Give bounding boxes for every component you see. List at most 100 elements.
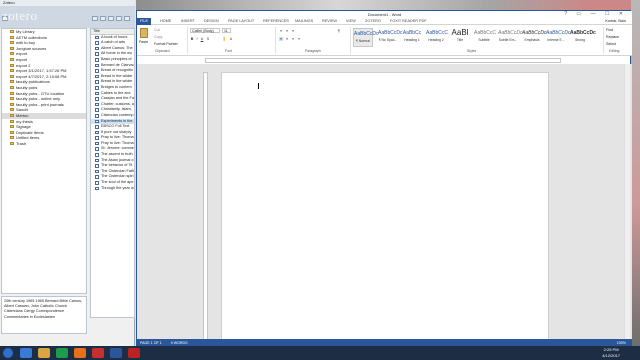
locate-button[interactable] — [124, 16, 130, 21]
tag-selector[interactable]: 20th century 1965 1965 Bernard Bible Cam… — [1, 296, 87, 334]
paragraph-group-label: Paragraph — [305, 49, 321, 53]
font-name-select[interactable]: Calibri (Body) — [190, 28, 220, 33]
align-center-icon[interactable]: ≡ — [285, 37, 289, 41]
tab-page-layout[interactable]: PAGE LAYOUT — [228, 18, 254, 25]
word-count[interactable]: 0 WORDS — [171, 341, 188, 345]
collection-label: AETM collections — [16, 34, 47, 40]
font-group-label: Font — [225, 49, 232, 53]
ie-icon[interactable] — [20, 348, 32, 358]
horizontal-ruler[interactable] — [205, 58, 561, 63]
collection-label: with to buy — [16, 40, 36, 46]
document-icon — [95, 108, 99, 112]
new-note-button[interactable] — [108, 16, 114, 21]
item-title: EBSCO Full Text — [101, 124, 130, 129]
taskbar: 2:25 PM 4/12/2017 — [0, 346, 640, 360]
item-title: A book of hours — [101, 34, 128, 39]
tab-zotero[interactable]: ZOTERO — [365, 18, 381, 25]
style-subtitle[interactable]: AaBbCcC Subtitle — [474, 28, 496, 47]
document-icon — [95, 175, 99, 180]
item-title: Christianity, Islam, — [101, 107, 132, 112]
item-title: Bernard de Clairvau — [101, 62, 134, 67]
style-heading-2[interactable]: AaBbCcC Heading 2 — [426, 28, 448, 47]
copy-button[interactable]: Copy — [154, 35, 162, 39]
folder-icon — [10, 136, 14, 140]
collection-label: faculty pubs - print journals — [16, 101, 64, 107]
document-icon — [95, 186, 99, 191]
tab-review[interactable]: REVIEW — [322, 18, 337, 25]
style-strong[interactable]: AaBbCcDc Strong — [570, 28, 596, 47]
tab-insert[interactable]: INSERT — [181, 18, 195, 25]
style-subtle-emphasis[interactable]: AaBbCcDc Subtle Em... — [498, 28, 522, 47]
clock-date: 4/12/2017 — [602, 352, 620, 358]
multilevel-list-icon[interactable]: ≡ — [291, 29, 295, 33]
justify-icon[interactable]: ≡ — [297, 37, 301, 41]
collection-item[interactable]: Trash — [2, 141, 86, 147]
style-normal[interactable]: AaBbCcDc ¶ Normal — [353, 28, 378, 47]
align-left-icon[interactable]: ≡ — [279, 37, 283, 41]
format-painter-button[interactable]: Format Painter — [154, 42, 178, 46]
style-no-spacing[interactable]: AaBbCcDc ¶ No Spac... — [378, 28, 402, 47]
tab-mailings[interactable]: MAILINGS — [295, 18, 313, 25]
strikethrough-icon[interactable]: S — [206, 37, 210, 41]
bullets-icon[interactable]: ≡ — [279, 29, 283, 33]
find-button[interactable]: Find — [606, 28, 613, 32]
folder-icon — [10, 85, 14, 89]
highlight-icon[interactable]: ▍ — [223, 37, 227, 41]
zotero-taskbar-icon[interactable] — [92, 348, 104, 358]
acrobat-icon[interactable] — [128, 348, 140, 358]
collection-label: Sanchi — [16, 107, 29, 113]
collection-label: Signage — [16, 124, 31, 130]
select-button[interactable]: Select — [606, 42, 616, 46]
bold-icon[interactable]: B — [190, 37, 194, 41]
collection-label: faculty publications — [16, 79, 50, 85]
explorer-icon[interactable] — [38, 348, 50, 358]
italic-icon[interactable]: I — [195, 37, 199, 41]
clock[interactable]: 2:25 PM 4/12/2017 — [602, 347, 620, 358]
style-intense-emphasis[interactable]: AaBbCcDc Intense E... — [546, 28, 570, 47]
show-formatting-icon[interactable]: ¶ — [337, 29, 341, 33]
tab-references[interactable]: REFERENCES — [263, 18, 289, 25]
paste-button[interactable]: Paste — [139, 40, 148, 44]
media-icon[interactable] — [56, 348, 68, 358]
tab-home[interactable]: HOME — [160, 18, 171, 25]
tab-foxit-reader-pdf[interactable]: FOXIT READER PDF — [390, 18, 427, 25]
attach-button[interactable] — [116, 16, 122, 21]
add-by-identifier-button[interactable] — [100, 16, 106, 21]
tab-file[interactable]: FILE — [137, 18, 151, 25]
style-heading-1[interactable]: AaBbCc Heading 1 — [402, 28, 422, 47]
item-row[interactable]: Through the year w — [91, 186, 134, 192]
font-size-select[interactable]: 11 — [222, 28, 231, 33]
vertical-ruler[interactable] — [203, 72, 208, 342]
document-icon — [95, 46, 99, 51]
tab-view[interactable]: VIEW — [346, 18, 356, 25]
style-emphasis[interactable]: AaBbCcDc Emphasis — [522, 28, 546, 47]
folder-icon — [10, 119, 14, 123]
vertical-scrollbar[interactable] — [624, 64, 630, 339]
underline-icon[interactable]: U — [200, 37, 204, 41]
new-item-button[interactable] — [92, 16, 98, 21]
collection-label: faculty pubs - online only — [16, 96, 61, 102]
style-title[interactable]: AaBl Title — [450, 28, 470, 47]
tab-design[interactable]: DESIGN — [204, 18, 219, 25]
start-button[interactable] — [3, 348, 13, 358]
cut-button[interactable]: Cut — [154, 28, 160, 32]
item-title: The ascent to truth — [101, 152, 133, 157]
replace-button[interactable]: Replace — [606, 35, 619, 39]
numbering-icon[interactable]: ≡ — [285, 29, 289, 33]
font-color-icon[interactable]: A — [229, 37, 233, 41]
document-icon — [95, 52, 99, 56]
user-account[interactable]: Kumar, Bain — [605, 18, 626, 25]
word-taskbar-icon[interactable] — [110, 348, 122, 358]
align-right-icon[interactable]: ≡ — [291, 37, 295, 41]
collections-pane[interactable]: My Library AETM collections with to buy Jon… — [1, 28, 87, 294]
document-page[interactable] — [221, 72, 549, 342]
item-title: The Cistercian Fath — [101, 168, 134, 173]
window-controls[interactable]: ? ▭ — ☐ ✕ — [564, 11, 627, 18]
page-count[interactable]: PAGE 1 OF 1 — [140, 341, 162, 345]
items-pane[interactable]: Title A book of hours A catch of arts Albe… — [90, 28, 135, 318]
item-title: Through the year w — [101, 185, 134, 190]
folder-icon — [10, 46, 14, 50]
item-title: Pray to live: Thoma — [101, 140, 134, 145]
firefox-icon[interactable] — [74, 348, 86, 358]
collection-label: Trash — [16, 140, 27, 146]
